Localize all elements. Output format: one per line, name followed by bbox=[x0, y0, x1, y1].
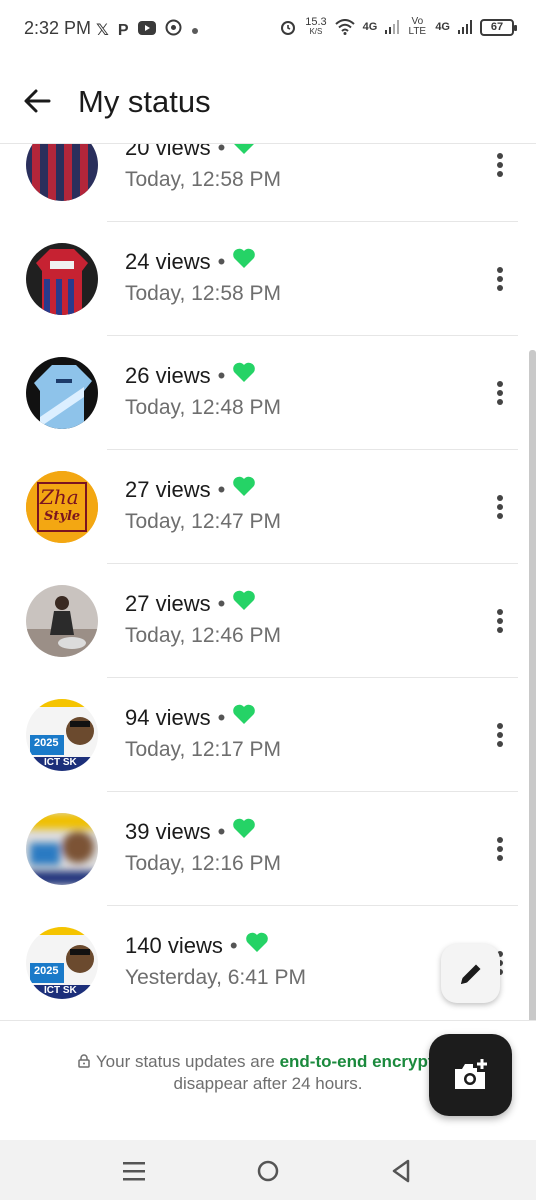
app-bar: My status bbox=[0, 60, 536, 144]
camera-status-button[interactable] bbox=[429, 1034, 512, 1116]
separator: • bbox=[217, 819, 226, 844]
views-count: 39 views bbox=[125, 819, 211, 844]
network-2-label: 4G bbox=[435, 21, 450, 33]
more-options-button[interactable] bbox=[488, 148, 512, 182]
status-row[interactable]: 27 views • Today, 12:46 PM bbox=[0, 564, 536, 678]
heart-icon bbox=[233, 704, 256, 724]
signal-1-icon bbox=[385, 20, 400, 34]
views-count: 20 views bbox=[125, 144, 211, 160]
status-row[interactable]: 26 views • Today, 12:48 PM bbox=[0, 336, 536, 450]
separator: • bbox=[217, 249, 226, 274]
views-count: 26 views bbox=[125, 363, 211, 388]
system-nav-bar bbox=[0, 1140, 536, 1200]
encryption-link[interactable]: end-to-end encrypted bbox=[280, 1052, 454, 1071]
status-thumbnail[interactable] bbox=[26, 813, 98, 885]
status-time: Today, 12:58 PM bbox=[125, 282, 282, 305]
notice-line-2: disappear after 24 hours. bbox=[173, 1074, 363, 1093]
separator: • bbox=[217, 477, 226, 502]
status-row[interactable]: 39 views • Today, 12:16 PM bbox=[0, 792, 536, 906]
more-options-button[interactable] bbox=[488, 832, 512, 866]
zha-logo-bottom: Style bbox=[44, 509, 81, 524]
more-options-button[interactable] bbox=[488, 376, 512, 410]
heart-icon bbox=[233, 248, 256, 268]
views-count: 24 views bbox=[125, 249, 211, 274]
separator: • bbox=[217, 144, 226, 160]
heart-icon bbox=[233, 818, 256, 838]
arrow-left-icon bbox=[24, 89, 51, 113]
system-indicators: 15.3 K/S 4G Vo LTE 4G 67 bbox=[279, 16, 517, 37]
page-title: My status bbox=[78, 84, 211, 119]
status-row[interactable]: 2025 ICT SK 94 views • Today, 12:17 PM bbox=[0, 678, 536, 792]
status-thumbnail[interactable] bbox=[26, 243, 98, 315]
separator: • bbox=[229, 933, 238, 958]
views-count: 94 views bbox=[125, 705, 211, 730]
views-count: 27 views bbox=[125, 477, 211, 502]
status-thumbnail[interactable]: 2025 ICT SK bbox=[26, 927, 98, 999]
pencil-icon bbox=[460, 964, 480, 984]
heart-icon bbox=[233, 476, 256, 496]
wifi-icon bbox=[334, 19, 355, 35]
back-button[interactable] bbox=[18, 82, 56, 120]
zha-logo-top: Zha bbox=[40, 485, 79, 509]
nav-back-button[interactable] bbox=[386, 1156, 416, 1186]
youtube-icon bbox=[137, 20, 156, 41]
more-options-button[interactable] bbox=[488, 490, 512, 524]
notice-prefix: Your status updates are bbox=[95, 1052, 280, 1071]
x-icon: 𝕏 bbox=[96, 21, 109, 39]
separator: • bbox=[217, 591, 226, 616]
status-thumbnail[interactable] bbox=[26, 144, 98, 201]
status-time: Today, 12:58 PM bbox=[125, 168, 282, 191]
text-status-button[interactable] bbox=[441, 944, 500, 1003]
dot-icon bbox=[191, 21, 199, 41]
status-thumbnail[interactable]: 2025 ICT SK bbox=[26, 699, 98, 771]
flyer-year: 2025 bbox=[34, 965, 59, 977]
status-thumbnail[interactable] bbox=[26, 585, 98, 657]
status-row[interactable]: 24 views • Today, 12:58 PM bbox=[0, 222, 536, 336]
p-icon: P bbox=[117, 21, 129, 39]
views-count: 140 views bbox=[125, 933, 223, 958]
status-time: Yesterday, 6:41 PM bbox=[125, 966, 306, 989]
notification-icons: 𝕏 P bbox=[96, 19, 199, 42]
volte-label: Vo LTE bbox=[408, 16, 427, 37]
status-time: Today, 12:47 PM bbox=[125, 510, 282, 533]
battery-indicator: 67 bbox=[480, 18, 517, 36]
whatsapp-icon bbox=[165, 19, 182, 42]
status-time: Today, 12:16 PM bbox=[125, 852, 282, 875]
flyer-label: ICT SK bbox=[44, 757, 77, 768]
network-1-label: 4G bbox=[362, 21, 378, 33]
more-options-button[interactable] bbox=[488, 718, 512, 752]
separator: • bbox=[217, 705, 226, 730]
back-triangle-icon bbox=[392, 1159, 410, 1183]
views-count: 27 views bbox=[125, 591, 211, 616]
camera-plus-icon bbox=[454, 1059, 487, 1089]
alarm-icon bbox=[281, 21, 296, 35]
status-list: 20 views • Today, 12:58 PM 24 views • To… bbox=[0, 144, 536, 1020]
flyer-label: ICT SK bbox=[44, 985, 77, 996]
recent-apps-button[interactable] bbox=[119, 1156, 149, 1186]
heart-icon bbox=[233, 362, 256, 382]
lock-icon bbox=[78, 1054, 90, 1068]
status-row[interactable]: 20 views • Today, 12:58 PM bbox=[0, 144, 536, 222]
heart-icon bbox=[234, 144, 255, 154]
status-bar: 2:32 PM 𝕏 P 15.3 K/S 4G Vo LTE 4G 67 bbox=[0, 0, 536, 60]
separator: • bbox=[217, 363, 226, 388]
status-time: Today, 12:17 PM bbox=[125, 738, 282, 761]
home-circle-icon bbox=[257, 1160, 279, 1182]
more-options-button[interactable] bbox=[488, 262, 512, 296]
status-time: Today, 12:48 PM bbox=[125, 396, 282, 419]
signal-2-icon bbox=[458, 20, 472, 34]
heart-icon bbox=[233, 590, 256, 610]
status-time: 2:32 PM bbox=[24, 18, 92, 38]
status-thumbnail[interactable]: Zha Style bbox=[26, 471, 98, 543]
status-thumbnail[interactable] bbox=[26, 357, 98, 429]
status-row[interactable]: Zha Style 27 views • Today, 12:47 PM bbox=[0, 450, 536, 564]
heart-icon bbox=[245, 932, 268, 952]
more-options-button[interactable] bbox=[488, 604, 512, 638]
status-time: Today, 12:46 PM bbox=[125, 624, 282, 647]
menu-icon bbox=[123, 1162, 145, 1181]
network-speed: 15.3 K/S bbox=[305, 16, 327, 37]
home-button[interactable] bbox=[253, 1156, 283, 1186]
flyer-year: 2025 bbox=[34, 737, 59, 749]
